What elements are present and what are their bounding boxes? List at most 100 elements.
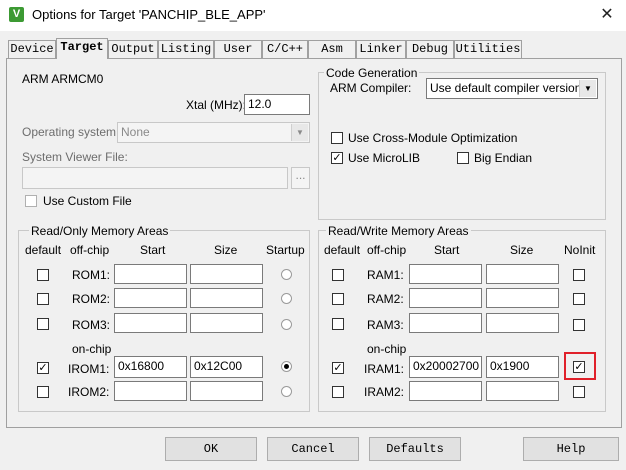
ram-header-offchip: off-chip: [367, 243, 407, 257]
ram-header-noinit: NoInit: [564, 243, 596, 257]
rom-title: Read/Only Memory Areas: [29, 224, 171, 238]
rom1-label: ROM1:: [72, 268, 111, 282]
tab-asm[interactable]: Asm: [308, 40, 356, 58]
rom2-label: ROM2:: [72, 292, 111, 306]
cancel-button[interactable]: Cancel: [267, 437, 359, 461]
tab-linker[interactable]: Linker: [356, 40, 406, 58]
rom3-start-input[interactable]: [114, 313, 187, 333]
tab-user[interactable]: User: [214, 40, 262, 58]
iram2-default-checkbox[interactable]: [332, 386, 344, 398]
irom2-start-input[interactable]: [114, 381, 187, 401]
rom-header-size: Size: [214, 243, 238, 257]
device-name: ARM ARMCM0: [22, 72, 104, 86]
help-button[interactable]: Help: [523, 437, 619, 461]
defaults-button[interactable]: Defaults: [369, 437, 461, 461]
rom1-default-checkbox[interactable]: [37, 269, 49, 281]
ram1-start-input[interactable]: [409, 264, 482, 284]
chevron-down-icon: ▼: [291, 124, 308, 141]
ram1-default-checkbox[interactable]: [332, 269, 344, 281]
use-custom-file-checkbox[interactable]: [25, 195, 37, 207]
os-label: Operating system:: [22, 125, 120, 139]
ram2-noinit-checkbox[interactable]: [573, 293, 585, 305]
microlib-label: Use MicroLIB: [348, 151, 421, 165]
window-title: Options for Target 'PANCHIP_BLE_APP': [32, 7, 266, 22]
rom2-default-checkbox[interactable]: [37, 293, 49, 305]
compiler-label: ARM Compiler:: [330, 81, 412, 95]
iram1-size-input[interactable]: 0x1900: [486, 356, 559, 378]
rom3-size-input[interactable]: [190, 313, 263, 333]
radio-selected-dot: [284, 364, 289, 369]
rom2-startup-radio[interactable]: [281, 293, 292, 304]
title-bar: V Options for Target 'PANCHIP_BLE_APP' ✕: [0, 0, 626, 31]
ram2-start-input[interactable]: [409, 288, 482, 308]
iram2-size-input[interactable]: [486, 381, 559, 401]
ram-title: Read/Write Memory Areas: [326, 224, 471, 238]
iram1-label: IRAM1:: [364, 362, 405, 376]
tab-listing[interactable]: Listing: [158, 40, 214, 58]
xtal-input[interactable]: 12.0: [244, 94, 310, 115]
ram2-size-input[interactable]: [486, 288, 559, 308]
close-button[interactable]: ✕: [594, 3, 620, 27]
ram3-default-checkbox[interactable]: [332, 318, 344, 330]
os-value: None: [121, 125, 150, 139]
microlib-checkbox[interactable]: ✓: [331, 152, 343, 164]
keil-icon: V: [9, 7, 24, 22]
tab-utilities[interactable]: Utilities: [454, 40, 522, 58]
tab-output[interactable]: Output: [108, 40, 158, 58]
rom1-size-input[interactable]: [190, 264, 263, 284]
rom-header-default: default: [25, 243, 62, 257]
rom2-start-input[interactable]: [114, 288, 187, 308]
irom2-size-input[interactable]: [190, 381, 263, 401]
ok-button[interactable]: OK: [165, 437, 257, 461]
rom1-startup-radio[interactable]: [281, 269, 292, 280]
irom1-startup-radio[interactable]: [281, 361, 292, 372]
big-endian-label: Big Endian: [474, 151, 533, 165]
xtal-label: Xtal (MHz):: [186, 98, 246, 112]
iram2-label: IRAM2:: [364, 385, 405, 399]
irom1-size-input[interactable]: 0x12C00: [190, 356, 263, 378]
cross-module-checkbox[interactable]: [331, 132, 343, 144]
compiler-select[interactable]: Use default compiler version 5 ▼: [426, 78, 598, 99]
compiler-value: Use default compiler version 5: [430, 81, 592, 95]
ram1-size-input[interactable]: [486, 264, 559, 284]
ram2-label: RAM2:: [367, 292, 404, 306]
tab-target[interactable]: Target: [56, 38, 108, 59]
iram2-noinit-checkbox[interactable]: [573, 386, 585, 398]
rom2-size-input[interactable]: [190, 288, 263, 308]
ram3-noinit-checkbox[interactable]: [573, 319, 585, 331]
ram3-start-input[interactable]: [409, 313, 482, 333]
svd-input[interactable]: [22, 167, 288, 189]
cross-module-label: Use Cross-Module Optimization: [348, 131, 518, 145]
rom3-startup-radio[interactable]: [281, 319, 292, 330]
tab-strip: Device Target Output Listing User C/C++ …: [6, 38, 620, 59]
tab-debug[interactable]: Debug: [406, 40, 454, 58]
iram1-default-checkbox[interactable]: ✓: [332, 362, 344, 374]
irom2-label: IROM2:: [68, 385, 110, 399]
ram2-default-checkbox[interactable]: [332, 293, 344, 305]
rom-header-start: Start: [140, 243, 166, 257]
iram2-start-input[interactable]: [409, 381, 482, 401]
highlight-box: [564, 352, 596, 380]
rom1-start-input[interactable]: [114, 264, 187, 284]
irom1-label: IROM1:: [68, 362, 110, 376]
ram1-label: RAM1:: [367, 268, 404, 282]
big-endian-checkbox[interactable]: [457, 152, 469, 164]
irom2-startup-radio[interactable]: [281, 386, 292, 397]
use-custom-file-label: Use Custom File: [43, 194, 132, 208]
code-generation-title: Code Generation: [324, 66, 420, 80]
rom3-default-checkbox[interactable]: [37, 318, 49, 330]
tab-cpp[interactable]: C/C++: [262, 40, 308, 58]
browse-button[interactable]: ...: [291, 167, 310, 189]
irom2-default-checkbox[interactable]: [37, 386, 49, 398]
os-select[interactable]: None ▼: [117, 122, 310, 143]
irom1-default-checkbox[interactable]: ✓: [37, 362, 49, 374]
iram1-start-input[interactable]: 0x20002700: [409, 356, 482, 378]
rom-header-startup: Startup: [266, 243, 305, 257]
irom1-start-input[interactable]: 0x16800: [114, 356, 187, 378]
ram1-noinit-checkbox[interactable]: [573, 269, 585, 281]
ram3-label: RAM3:: [367, 318, 404, 332]
ram3-size-input[interactable]: [486, 313, 559, 333]
rom-onchip-label: on-chip: [72, 342, 112, 356]
tab-device[interactable]: Device: [8, 40, 56, 58]
rom-header-offchip: off-chip: [70, 243, 110, 257]
